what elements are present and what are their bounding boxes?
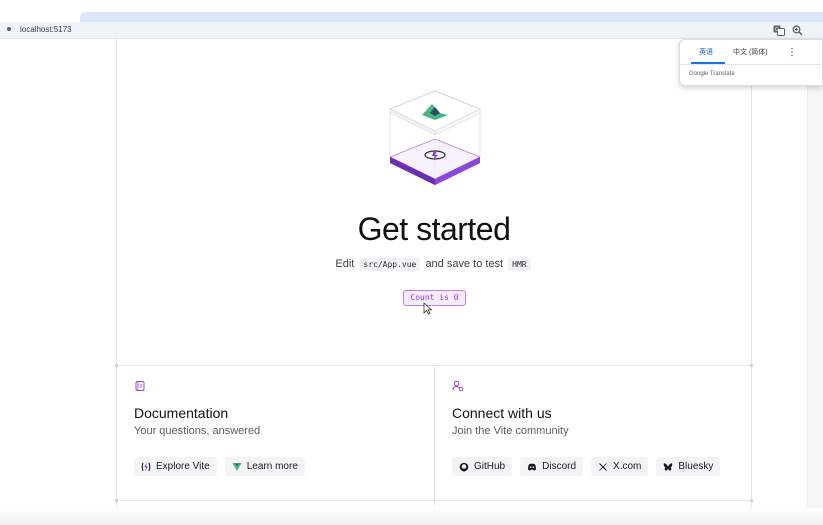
svg-text:G: G [775, 27, 779, 33]
google-translate-label: Google Translate [689, 71, 735, 77]
x-label: X.com [613, 461, 642, 472]
learn-more-link[interactable]: Learn more [224, 457, 305, 476]
translate-popup: 英语 中文 (简体) Google Translate [679, 39, 823, 86]
bluesky-label: Bluesky [678, 461, 714, 472]
zoom-icon[interactable] [792, 25, 803, 36]
learn-more-label: Learn more [246, 461, 298, 472]
mouse-cursor-icon [423, 302, 433, 315]
documentation-subtitle: Your questions, answered [134, 425, 261, 437]
documentation-links: Explore Vite Learn more [134, 457, 434, 476]
documentation-title: Documentation [134, 405, 229, 421]
hero-logo-stack-icon [389, 90, 481, 185]
vue-logo-icon [232, 462, 242, 471]
page-margin [752, 39, 805, 525]
book-icon [135, 381, 145, 391]
x-icon [599, 462, 607, 471]
page-title: Get started [357, 211, 511, 247]
hmr-code: HMR [508, 258, 531, 271]
users-icon [452, 380, 464, 392]
corner-tick [750, 364, 753, 367]
edit-middle: and save to test [425, 258, 504, 270]
explore-vite-link[interactable]: Explore Vite [134, 457, 217, 476]
tab-target-language[interactable]: 中文 (简体) [733, 47, 768, 57]
discord-label: Discord [542, 461, 577, 472]
file-path-code: src/App.vue [359, 258, 421, 271]
column-divider [434, 366, 435, 506]
bottom-divider [116, 500, 752, 501]
url-text[interactable]: localhost:5173 [20, 25, 72, 34]
bluesky-icon [664, 462, 673, 471]
discord-link[interactable]: Discord [520, 457, 584, 476]
active-tab-edge[interactable] [80, 12, 823, 22]
corner-tick [750, 499, 753, 502]
vite-logo-icon [141, 462, 151, 471]
github-label: GitHub [474, 461, 506, 472]
github-icon [459, 462, 469, 471]
browser-tab-strip [0, 0, 823, 22]
bottom-shadow [0, 508, 823, 525]
documentation-card: Documentation Your questions, answered E… [134, 380, 434, 476]
edit-instructions: Edit src/App.vue and save to test HMR [116, 258, 752, 271]
more-vertical-icon[interactable] [790, 47, 794, 57]
address-bar[interactable]: localhost:5173 G [0, 22, 823, 39]
translate-icon[interactable]: G [773, 25, 785, 36]
corner-tick [115, 364, 118, 367]
popup-separator [680, 64, 823, 65]
corner-tick [115, 499, 118, 502]
scrollbar-track[interactable] [807, 39, 823, 525]
tab-source-language[interactable]: 英语 [699, 47, 713, 57]
community-title: Connect with us [452, 405, 552, 421]
discord-icon [528, 463, 537, 471]
edit-prefix: Edit [335, 258, 355, 270]
github-link[interactable]: GitHub [452, 457, 513, 476]
community-card: Connect with us Join the Vite community … [452, 380, 752, 476]
bluesky-link[interactable]: Bluesky [656, 457, 721, 476]
explore-vite-label: Explore Vite [156, 461, 210, 472]
x-link[interactable]: X.com [591, 457, 649, 476]
site-info-icon[interactable] [7, 27, 11, 31]
community-links: GitHub Discord X.com Bluesky [452, 457, 752, 476]
count-button[interactable]: Count is 0 [403, 290, 466, 306]
community-subtitle: Join the Vite community [452, 425, 569, 437]
